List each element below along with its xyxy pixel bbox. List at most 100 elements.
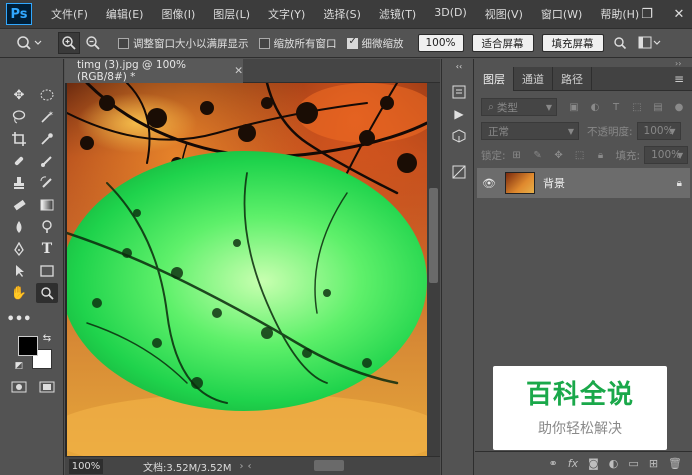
lock-position-icon[interactable]: ✥ (552, 148, 566, 162)
checkbox-icon[interactable] (118, 37, 129, 49)
restore-icon[interactable]: ❐ (638, 7, 656, 22)
layer-thumbnail[interactable] (505, 172, 535, 194)
layer-style-fx-icon[interactable]: fx (568, 457, 578, 470)
checkbox-checked-icon[interactable] (346, 36, 358, 49)
document-tab-bar: timg (3).jpg @ 100%(RGB/8#) * ✕ (65, 59, 440, 83)
zoom-100-button[interactable]: 100% (417, 34, 464, 52)
3d-panel-icon[interactable] (450, 127, 468, 145)
visibility-eye-icon[interactable]: 👁︎ (479, 177, 499, 190)
canvas-area[interactable] (65, 83, 427, 456)
tab-paths[interactable]: 路径 (553, 67, 592, 91)
menu-view[interactable]: 视图(V) (476, 6, 532, 22)
pixel-filter-icon[interactable]: ▣ (567, 100, 581, 114)
smart-object-filter-icon[interactable]: ▤ (651, 100, 665, 114)
close-icon[interactable]: ✕ (670, 7, 688, 22)
path-selection-tool-icon[interactable] (8, 261, 30, 281)
blur-tool-icon[interactable] (8, 217, 30, 237)
hand-tool-icon[interactable]: ✋ (8, 283, 30, 303)
lock-transparent-icon[interactable]: ⊞ (510, 148, 524, 162)
search-icon: ⌕ (488, 100, 494, 113)
blend-mode-dropdown[interactable]: 正常 ▼ (481, 122, 579, 140)
swap-colors-icon[interactable]: ⇆ (40, 331, 54, 345)
screen-mode-icon[interactable] (36, 377, 58, 397)
vertical-scroll-thumb[interactable] (429, 188, 438, 283)
default-colors-icon[interactable]: ◩ (12, 359, 26, 373)
dodge-tool-icon[interactable] (36, 217, 58, 237)
panel-menu-icon[interactable]: ≡ (674, 72, 684, 86)
clone-stamp-tool-icon[interactable] (8, 173, 30, 193)
magic-wand-tool-icon[interactable]: ✶ (36, 107, 58, 127)
workspace-switcher-icon[interactable] (636, 32, 664, 54)
delete-layer-icon[interactable]: 🗑︎ (668, 457, 682, 470)
more-tools-icon[interactable]: ••• (7, 309, 32, 329)
adjustment-filter-icon[interactable]: ◐ (588, 100, 602, 114)
close-tab-icon[interactable]: ✕ (234, 65, 243, 77)
zoom-out-icon[interactable] (82, 32, 104, 54)
menu-type[interactable]: 文字(Y) (259, 6, 314, 22)
menu-image[interactable]: 图像(I) (152, 6, 204, 22)
new-layer-icon[interactable]: ⊞ (649, 457, 658, 470)
fill-field[interactable]: 100% ▼ (644, 146, 689, 164)
history-panel-icon[interactable] (450, 83, 468, 101)
tab-layers[interactable]: 图层 (475, 67, 514, 91)
layer-name[interactable]: 背景 (543, 175, 565, 191)
adjustment-layer-icon[interactable]: ◐ (609, 457, 619, 470)
layer-lock-icon[interactable]: 🔒︎ (677, 178, 682, 189)
new-group-icon[interactable]: ▭ (628, 457, 638, 470)
shape-filter-icon[interactable]: ⬚ (630, 100, 644, 114)
menu-3d[interactable]: 3D(D) (425, 6, 476, 22)
rectangle-tool-icon[interactable] (36, 261, 58, 281)
fill-screen-button[interactable]: 填充屏幕 (541, 34, 604, 52)
brush-tool-icon[interactable] (36, 151, 58, 171)
menu-filter[interactable]: 滤镜(T) (370, 6, 425, 22)
lock-image-icon[interactable]: ✎ (531, 148, 545, 162)
menu-select[interactable]: 选择(S) (314, 6, 370, 22)
resize-windows-checkbox[interactable]: 调整窗口大小以满屏显示 (118, 36, 249, 51)
menu-layer[interactable]: 图层(L) (204, 6, 259, 22)
type-tool-icon[interactable]: T (36, 239, 58, 259)
document-tab[interactable]: timg (3).jpg @ 100%(RGB/8#) * ✕ (65, 59, 243, 83)
status-menu-arrow-icon[interactable]: › (240, 461, 244, 472)
zoom-tool-icon[interactable] (36, 283, 58, 303)
zoom-in-icon[interactable] (58, 32, 80, 54)
foreground-color-swatch[interactable] (18, 336, 38, 356)
actions-play-icon[interactable]: ▶ (450, 105, 468, 123)
gradient-tool-icon[interactable] (36, 195, 58, 215)
eraser-tool-icon[interactable] (8, 195, 30, 215)
type-filter-icon[interactable]: T (609, 100, 623, 114)
collapse-arrows-icon[interactable]: ‹‹ (450, 61, 468, 71)
crop-tool-icon[interactable] (8, 129, 30, 149)
history-brush-tool-icon[interactable] (36, 173, 58, 193)
lasso-tool-icon[interactable] (8, 107, 30, 127)
horizontal-scroll-thumb[interactable] (314, 460, 344, 471)
scroll-left-arrow-icon[interactable]: ‹ (248, 461, 252, 472)
layer-row-background[interactable]: 👁︎ 背景 🔒︎ (477, 168, 690, 198)
menu-window[interactable]: 窗口(W) (532, 6, 591, 22)
menu-edit[interactable]: 编辑(E) (97, 6, 153, 22)
pen-tool-icon[interactable] (8, 239, 30, 259)
eyedropper-tool-icon[interactable] (36, 129, 58, 149)
search-icon[interactable] (610, 32, 630, 54)
marquee-tool-icon[interactable] (36, 85, 58, 105)
tab-channels[interactable]: 通道 (514, 67, 553, 91)
zoom-level-field[interactable]: 100% (69, 458, 103, 474)
healing-brush-tool-icon[interactable] (8, 151, 30, 171)
move-tool-icon[interactable]: ✥ (8, 85, 30, 105)
document-image[interactable] (67, 83, 427, 456)
menu-file[interactable]: 文件(F) (42, 6, 97, 22)
zoom-tool-preset-icon[interactable] (12, 32, 48, 54)
minimize-icon[interactable]: – (606, 7, 624, 22)
lock-artboard-icon[interactable]: ⬚ (573, 148, 587, 162)
link-layers-icon[interactable]: ⚭ (549, 457, 558, 470)
zoom-all-windows-checkbox[interactable]: 缩放所有窗口 (258, 36, 337, 51)
checkbox-icon[interactable] (258, 37, 270, 49)
lock-all-icon[interactable]: 🔒︎ (594, 148, 608, 162)
fit-screen-button[interactable]: 适合屏幕 (471, 34, 534, 52)
adjustments-panel-icon[interactable] (450, 163, 468, 181)
scrubby-zoom-checkbox[interactable]: 细微缩放 (346, 36, 404, 51)
filter-toggle-icon[interactable]: ● (672, 100, 686, 114)
layer-kind-filter[interactable]: ⌕ 类型 ▼ (481, 98, 557, 116)
opacity-field[interactable]: 100% ▼ (636, 122, 681, 140)
quick-mask-icon[interactable] (8, 377, 30, 397)
add-mask-icon[interactable]: ◙ (588, 457, 599, 470)
